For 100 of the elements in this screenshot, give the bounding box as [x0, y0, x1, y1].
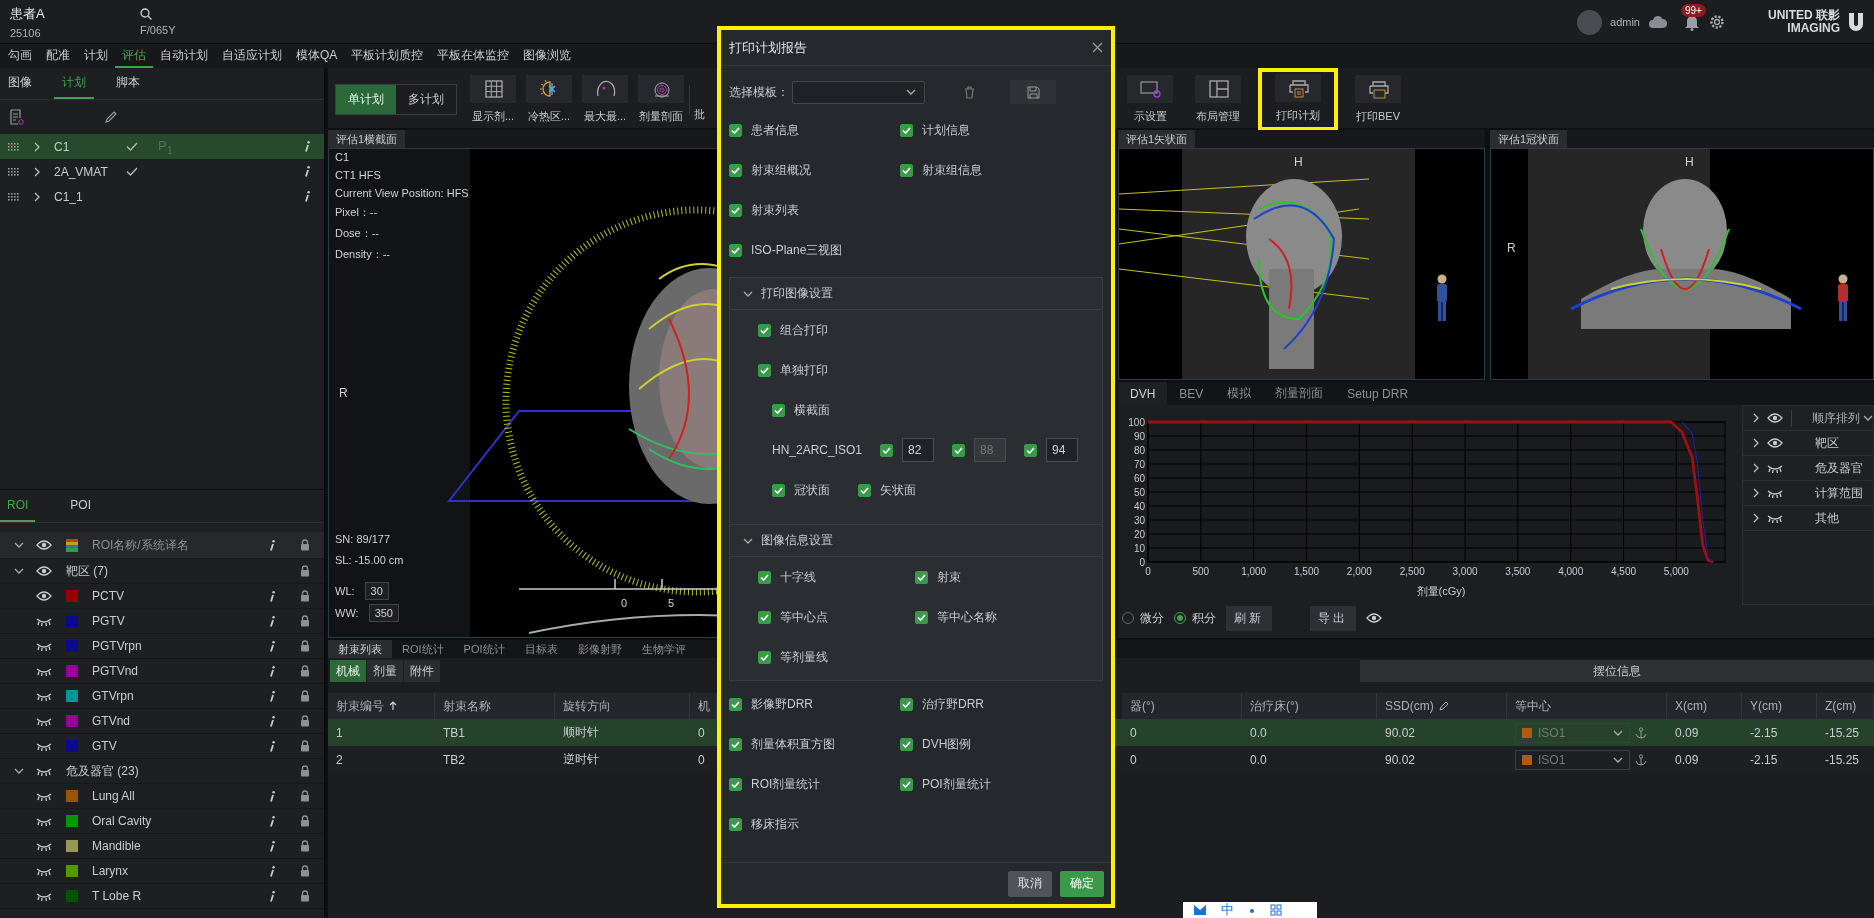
table-cell: 顺时针: [563, 724, 599, 741]
plan-name: 2A_VMAT: [54, 164, 109, 179]
table-cell: 逆时针: [563, 751, 599, 768]
table-cell: 1: [336, 725, 343, 740]
roi-name: Oral Cavity: [92, 814, 153, 828]
table-cell: TB2: [443, 752, 465, 767]
patient-info: F/065Y: [140, 24, 177, 36]
section-title: 图像信息设置: [761, 532, 833, 549]
table-cell: -2.15: [1750, 725, 1778, 740]
slice-info-text: SN: 89/177: [335, 533, 392, 545]
table-cell: TB1: [443, 725, 465, 740]
axis-label: 0: [1139, 556, 1145, 568]
axis-label: 30: [1133, 514, 1145, 526]
patient-name: 患者A: [10, 5, 46, 23]
roi-name: GTV: [92, 739, 118, 753]
checkbox-label: ROI剂量统计: [751, 775, 821, 793]
checkbox-label: 组合打印: [780, 321, 828, 339]
checkbox-label: 射束: [937, 568, 961, 586]
axis-title: 剂量(cGy): [1416, 585, 1466, 597]
axis-label: 3,000: [1452, 566, 1478, 577]
table-cell: -15.25: [1825, 752, 1860, 767]
column-header: ROI名称/系统译名: [92, 536, 190, 554]
axis-label: 2,000: [1346, 566, 1372, 577]
plan-name: C1: [54, 139, 71, 154]
table-cell: 0: [1130, 725, 1137, 740]
roi-name: Larynx: [92, 864, 130, 878]
axis-label: 3,500: [1505, 566, 1531, 577]
table-cell: 0: [698, 725, 705, 740]
checkbox-label: 射束列表: [751, 201, 799, 219]
axis-label: 1,500: [1294, 566, 1320, 577]
checkbox-label: 冠状面: [794, 481, 830, 499]
checkbox-label: 患者信息: [751, 121, 799, 139]
axis-label: 60: [1133, 472, 1145, 484]
group-label: 靶区 (7): [66, 562, 109, 580]
group-label: 危及器官 (23): [66, 762, 140, 780]
viewer-info-text: C1: [335, 151, 351, 163]
roi-name: GTVnd: [92, 714, 131, 728]
axis-label: 100: [1128, 416, 1145, 428]
roi-name: Mandible: [92, 839, 142, 853]
roi-name: PGTVrpn: [92, 639, 143, 653]
axis-label: 10: [1133, 542, 1145, 554]
table-cell: 0.09: [1675, 752, 1699, 767]
axis-label: 90: [1133, 430, 1145, 442]
axis-label: 5,000: [1663, 566, 1689, 577]
logo-text: IMAGING: [1787, 22, 1840, 35]
axis-label: 500: [1192, 566, 1210, 577]
axis-label: 80: [1133, 444, 1145, 456]
checkbox-label: 横截面: [794, 401, 830, 419]
series-name: HN_2ARC_ISO1: [772, 443, 864, 457]
radio-label: 积分: [1192, 609, 1216, 627]
table-cell: 0: [1130, 752, 1137, 767]
slice-info-text: SL: -15.00 cm: [335, 554, 404, 566]
axis-label: 20: [1133, 528, 1145, 540]
radio-label: 微分: [1140, 609, 1164, 627]
checkbox-label: 射束组信息: [922, 161, 982, 179]
table-cell: 0: [698, 752, 705, 767]
axis-label: 50: [1133, 486, 1145, 498]
checkbox-label: 单独打印: [780, 361, 828, 379]
viewer-info-text: Density：--: [335, 247, 391, 262]
checkbox-label: 移床指示: [751, 815, 799, 833]
table-cell: -15.25: [1825, 725, 1860, 740]
checkbox-label: 等剂量线: [780, 648, 828, 666]
axis-label: 1,000: [1241, 566, 1267, 577]
checkbox-label: DVH图例: [922, 735, 972, 753]
table-cell: 0.0: [1250, 752, 1267, 767]
table-cell: 2: [336, 752, 343, 767]
checkbox-label: 等中心点: [780, 608, 828, 626]
dialog-title: 打印计划报告: [729, 38, 807, 57]
roi-name: GTVrpn: [92, 689, 135, 703]
orientation-label: H: [1294, 155, 1303, 169]
table-cell: 90.02: [1385, 752, 1416, 767]
viewer-info-text: Pixel：--: [335, 205, 379, 220]
roi-name: PGTVnd: [92, 664, 140, 678]
checkbox-label: 剂量体积直方图: [751, 735, 835, 753]
table-cell: 90.02: [1385, 725, 1416, 740]
viewer-info-text: CT1 HFS: [335, 169, 382, 181]
window-label: WW:: [335, 607, 359, 619]
viewer-info-text: Current View Position: HFS: [335, 187, 469, 199]
checkbox-label: 计划信息: [922, 121, 970, 139]
axis-label: 2,500: [1399, 566, 1425, 577]
table-cell: -2.15: [1750, 752, 1778, 767]
plan-name: C1_1: [54, 189, 84, 204]
logo-text: UNITED 联影: [1768, 9, 1840, 22]
ruler-label: 5: [668, 597, 675, 609]
roi-name: Lung All: [92, 789, 136, 803]
checkbox-label: POI剂量统计: [922, 775, 991, 793]
roi-name: PGTV: [92, 614, 126, 628]
checkbox-label: ISO-Plane三视图: [751, 241, 843, 259]
table-cell: 0.0: [1250, 725, 1267, 740]
window-label: WL:: [335, 585, 355, 597]
template-label: 选择模板：: [729, 83, 789, 101]
ruler-label: 0: [621, 597, 628, 609]
table-cell: 0.09: [1675, 725, 1699, 740]
checkbox-label: 十字线: [780, 568, 816, 586]
orientation-label: R: [1507, 241, 1516, 255]
section-title: 打印图像设置: [761, 285, 833, 302]
viewer-info-text: Dose：--: [335, 226, 380, 241]
orientation-label: R: [339, 386, 348, 400]
roi-name: PCTV: [92, 589, 125, 603]
patient-id: 25106: [10, 27, 42, 39]
